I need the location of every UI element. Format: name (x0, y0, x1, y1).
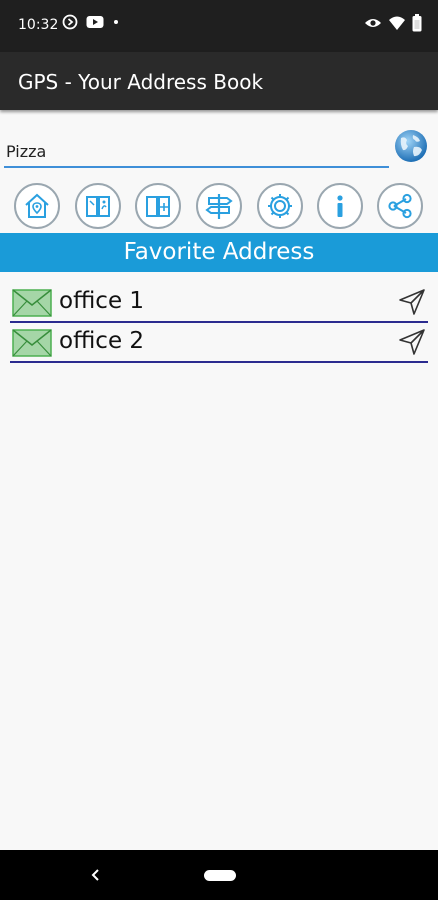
share-button[interactable] (377, 183, 423, 229)
favorites-header: Favorite Address (0, 233, 438, 272)
envelope-icon (12, 289, 52, 317)
battery-icon (412, 14, 422, 32)
app-bar: GPS - Your Address Book (0, 52, 438, 110)
back-chevron-icon[interactable] (86, 864, 106, 886)
map-book-button[interactable] (75, 183, 121, 229)
settings-button[interactable] (257, 183, 303, 229)
status-bar: 10:32 (0, 0, 438, 52)
favorite-name: office 1 (59, 288, 145, 314)
favorite-item[interactable]: office 1 (10, 283, 428, 323)
eye-icon (365, 19, 381, 27)
globe-icon (395, 130, 427, 162)
envelope-icon (12, 329, 52, 357)
address-book-button[interactable] (135, 183, 181, 229)
home-location-button[interactable] (14, 183, 60, 229)
settings-gear-icon (268, 194, 292, 218)
favorites-list: office 1 office 2 (10, 283, 428, 363)
app-title: GPS - Your Address Book (18, 70, 264, 94)
favorite-item[interactable]: office 2 (10, 323, 428, 363)
address-book-icon (146, 196, 170, 217)
info-icon (337, 195, 343, 217)
dot-icon (114, 20, 118, 24)
status-notification-icons (62, 14, 120, 30)
media-icon (62, 14, 78, 30)
map-book-icon (86, 196, 110, 217)
search-input[interactable] (4, 136, 389, 168)
youtube-icon (86, 16, 104, 28)
signpost-button[interactable] (196, 183, 242, 229)
share-icon (388, 193, 412, 219)
home-location-icon (25, 193, 49, 218)
globe-search-button[interactable] (393, 128, 429, 164)
wifi-icon (389, 16, 405, 30)
toolbar (0, 180, 438, 232)
status-time: 10:32 (18, 17, 59, 33)
search-row (0, 126, 438, 172)
home-pill[interactable] (204, 870, 236, 881)
favorite-name: office 2 (59, 328, 145, 354)
system-nav-bar (0, 850, 438, 900)
navigate-icon[interactable] (398, 288, 426, 316)
status-system-icons (364, 14, 422, 32)
navigate-icon[interactable] (398, 328, 426, 356)
info-button[interactable] (317, 183, 363, 229)
signpost-icon (205, 194, 233, 219)
